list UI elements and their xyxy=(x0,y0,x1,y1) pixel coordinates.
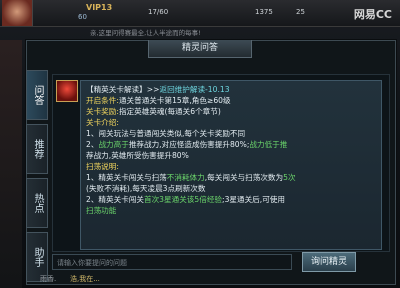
message-line-9-d: 5次 xyxy=(283,173,296,182)
message-line-3-label: 关卡奖励: xyxy=(86,107,119,116)
message-line-5: 1、闯关玩法与普通闯关类似,每个关卡奖励不同 xyxy=(86,129,246,138)
top-status-bar: VIP13 60 17/60 1375 25 网易CC xyxy=(0,0,400,27)
message-line-9-c: ,每关闯关与扫荡次数为 xyxy=(204,173,284,182)
message-line-6-a: 2、 xyxy=(86,140,99,149)
tab-recommend[interactable]: 推荐 xyxy=(26,124,48,174)
message-line-2-text: 通关普通关卡第15章,角色≥60级 xyxy=(118,96,231,105)
spirit-avatar-icon xyxy=(56,80,78,102)
player-level: 60 xyxy=(78,13,87,21)
money-counter: 25 xyxy=(296,8,305,16)
notice-text: 亲,这里问得赛最全,让人半途而的每事! xyxy=(90,29,201,37)
bottom-chat-text: 浩,我在... xyxy=(70,275,100,283)
message-line-8: 扫荡说明: xyxy=(86,162,119,171)
question-input[interactable]: 请输入你要提问的问题 xyxy=(52,254,292,270)
cc-logo: 网易CC xyxy=(353,8,392,21)
message-line-11-b: 首次3星通关该5倍经验 xyxy=(144,195,223,204)
tab-hot[interactable]: 热点 xyxy=(26,178,48,228)
message-line-6-c: 推荐战力,对应怪造成伤害提升80%; xyxy=(128,140,250,149)
panel-tabs: 问答 推荐 热点 助手 xyxy=(26,70,48,286)
message-line-1-link[interactable]: 返回维护解读-10.13 xyxy=(159,85,229,94)
message-line-2: 开启条件:通关普通关卡第15章,角色≥60级 xyxy=(86,95,231,106)
vip-label: VIP13 xyxy=(86,3,113,12)
message-line-10: (失败不消耗),每天凌晨3点刷新次数 xyxy=(86,184,206,193)
message-line-11: 2、精英关卡闯关首次3星通关该5倍经验;3星通关后,可使用 xyxy=(86,194,285,205)
message-line-1-prefix: 【精英关卡解读】>> xyxy=(86,85,160,94)
gold-counter: 1375 xyxy=(255,8,273,16)
stamina-counter: 17/60 xyxy=(148,8,169,16)
tab-qa[interactable]: 问答 xyxy=(26,70,48,120)
message-line-6-d: 战力低于推 xyxy=(249,140,288,149)
message-line-9-a: 1、精英关卡闯关与扫荡 xyxy=(86,173,167,182)
message-line-9: 1、精英关卡闯关与扫荡不消耗体力,每关闯关与扫荡次数为5次 xyxy=(86,172,296,183)
message-line-1: 【精英关卡解读】>>返回维护解读-10.13 xyxy=(86,84,230,95)
player-avatar[interactable] xyxy=(2,0,33,26)
message-line-2-label: 开启条件: xyxy=(86,96,119,105)
message-line-6: 2、战力高于推荐战力,对应怪造成伤害提升80%;战力低于推 xyxy=(86,139,287,150)
panel-title: 精灵问答 xyxy=(148,40,252,58)
message-line-11-a: 2、精英关卡闯关 xyxy=(86,195,144,204)
message-line-11-c: ;3星通关后,可使用 xyxy=(222,195,285,204)
bottom-chat-name: 雨香. xyxy=(40,275,57,283)
message-line-4: 关卡介绍: xyxy=(86,118,119,127)
scene-left-strip xyxy=(0,40,22,288)
message-line-3-text: 指定英雄英魂(每通关6个章节) xyxy=(118,107,221,116)
message-line-12: 扫荡功能 xyxy=(86,206,117,215)
ask-spirit-button[interactable]: 询问精灵 xyxy=(302,252,356,272)
message-line-9-b: 不消耗体力 xyxy=(166,173,205,182)
message-line-3: 关卡奖励:指定英雄英魂(每通关6个章节) xyxy=(86,106,221,117)
message-line-7: 荐战力,英雄所受伤害提升80% xyxy=(86,151,189,160)
message-line-6-b: 战力高于 xyxy=(98,140,129,149)
